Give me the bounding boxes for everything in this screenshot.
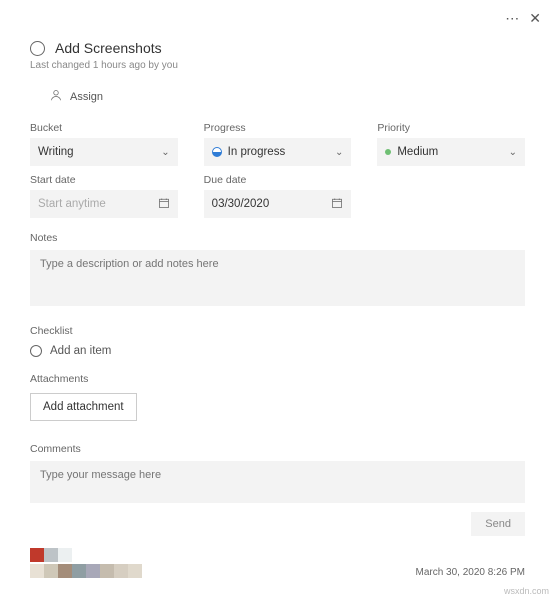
last-changed-meta: Last changed 1 hours ago by you	[0, 56, 555, 71]
color-swatch[interactable]	[30, 548, 44, 562]
chevron-down-icon: ⌄	[335, 147, 343, 158]
calendar-icon[interactable]	[331, 197, 343, 212]
bucket-value: Writing	[38, 146, 74, 158]
attachments-label: Attachments	[0, 357, 555, 385]
add-attachment-button[interactable]: Add attachment	[30, 393, 137, 421]
comments-textarea[interactable]	[30, 461, 525, 503]
notes-label: Notes	[0, 218, 555, 244]
priority-dot-icon	[385, 149, 391, 155]
checklist-add-label: Add an item	[50, 345, 111, 357]
person-icon	[50, 89, 62, 104]
priority-select[interactable]: Medium ⌄	[377, 138, 525, 166]
comments-label: Comments	[0, 421, 555, 455]
color-swatch[interactable]	[128, 564, 142, 578]
bucket-label: Bucket	[30, 122, 178, 134]
color-swatch[interactable]	[30, 564, 44, 578]
footer-timestamp: March 30, 2020 8:26 PM	[415, 567, 525, 578]
color-palette	[30, 548, 142, 578]
color-swatch[interactable]	[114, 564, 128, 578]
watermark: wsxdn.com	[504, 586, 549, 596]
close-icon[interactable]: ✕	[529, 10, 541, 27]
priority-label: Priority	[377, 122, 525, 134]
checklist-add-item[interactable]: Add an item	[0, 337, 555, 357]
due-date-label: Due date	[204, 174, 352, 186]
notes-textarea[interactable]	[30, 250, 525, 306]
task-title[interactable]: Add Screenshots	[55, 40, 162, 56]
priority-value: Medium	[397, 146, 438, 158]
progress-select[interactable]: In progress ⌄	[204, 138, 352, 166]
due-date-input-wrap[interactable]	[204, 190, 352, 218]
more-icon[interactable]: ⋯	[505, 10, 519, 27]
progress-label: Progress	[204, 122, 352, 134]
send-button[interactable]: Send	[471, 512, 525, 536]
color-swatch[interactable]	[86, 564, 100, 578]
color-swatch[interactable]	[58, 564, 72, 578]
color-swatch[interactable]	[58, 548, 72, 562]
complete-toggle[interactable]	[30, 41, 45, 56]
color-swatch[interactable]	[100, 564, 114, 578]
start-date-label: Start date	[30, 174, 178, 186]
color-swatch[interactable]	[72, 564, 86, 578]
assign-label: Assign	[70, 91, 103, 103]
chevron-down-icon: ⌄	[509, 147, 517, 158]
color-swatch[interactable]	[44, 548, 58, 562]
checklist-label: Checklist	[0, 309, 555, 337]
due-date-input[interactable]	[212, 198, 332, 210]
progress-value: In progress	[228, 146, 286, 158]
progress-status-icon	[212, 147, 222, 157]
chevron-down-icon: ⌄	[161, 147, 169, 158]
circle-icon	[30, 345, 42, 357]
bucket-select[interactable]: Writing ⌄	[30, 138, 178, 166]
color-swatch[interactable]	[44, 564, 58, 578]
start-date-input[interactable]	[38, 198, 158, 210]
calendar-icon[interactable]	[158, 197, 170, 212]
start-date-input-wrap[interactable]	[30, 190, 178, 218]
assign-button[interactable]: Assign	[0, 71, 555, 114]
